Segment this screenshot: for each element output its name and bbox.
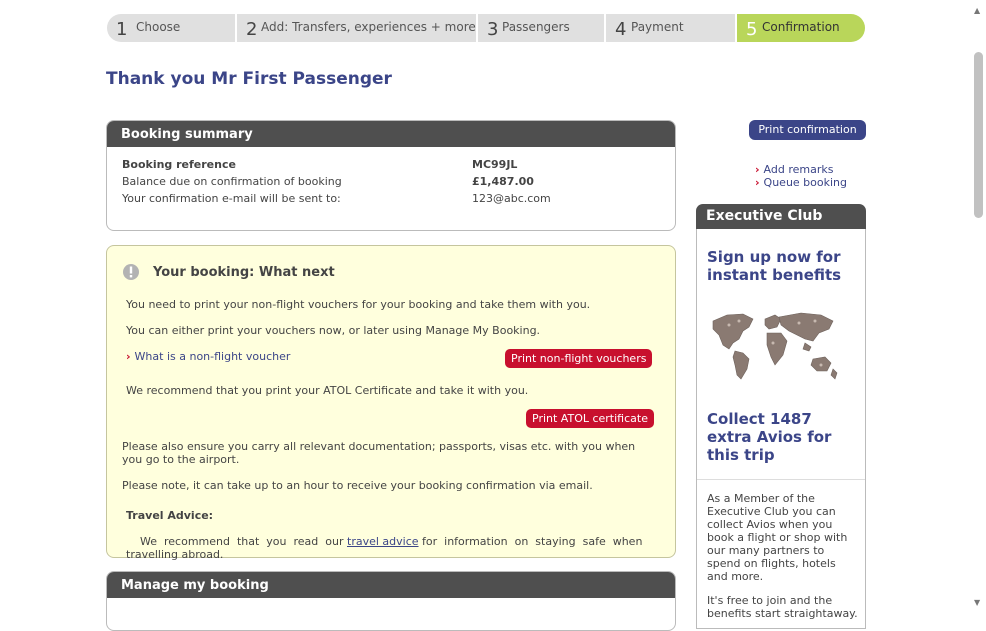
step-confirmation: 5 Confirmation (737, 14, 865, 42)
step-add-extras[interactable]: 2 Add: Transfers, experiences + more (237, 14, 476, 42)
booking-reference-label: Booking reference (122, 158, 236, 171)
step-number: 3 (487, 19, 499, 40)
chevron-right-icon: › (755, 163, 760, 176)
collect-avios-heading: Collect 1487 extra Avios for this trip (707, 410, 832, 464)
booking-reference-value: MC99JL (472, 158, 518, 171)
email-label: Your confirmation e-mail will be sent to… (122, 192, 341, 205)
manage-booking-header: Manage my booking (107, 572, 675, 598)
scroll-down-arrow-icon[interactable]: ▼ (974, 598, 980, 607)
info-icon (123, 264, 139, 280)
step-number: 1 (116, 19, 128, 40)
chevron-right-icon: › (126, 350, 131, 363)
step-payment[interactable]: 4 Payment (606, 14, 735, 42)
balance-due-label: Balance due on confirmation of booking (122, 175, 342, 188)
exec-club-header: Executive Club (696, 204, 866, 229)
step-passengers[interactable]: 3 Passengers (478, 14, 604, 42)
world-map-icon (712, 312, 838, 380)
step-label: Confirmation (762, 20, 840, 34)
print-confirmation-button[interactable]: Print confirmation (749, 120, 866, 140)
step-label: Payment (631, 20, 684, 34)
booking-summary-panel: Booking summary Booking reference MC99JL… (106, 120, 676, 231)
vouchers-note: You need to print your non-flight vouche… (126, 298, 591, 311)
atol-note: We recommend that you print your ATOL Ce… (126, 384, 529, 397)
manage-booking-panel: Manage my booking (106, 571, 676, 631)
step-choose[interactable]: 1 Choose (107, 14, 235, 42)
step-number: 4 (615, 19, 627, 40)
documentation-note: Please also ensure you carry all relevan… (122, 440, 636, 466)
scroll-up-arrow-icon[interactable]: ▲ (974, 6, 980, 15)
what-next-heading: Your booking: What next (153, 265, 335, 280)
print-atol-button[interactable]: Print ATOL certificate (526, 409, 654, 428)
step-number: 2 (246, 19, 258, 40)
add-remarks-link[interactable]: › Add remarks (755, 163, 833, 176)
voucher-info-link[interactable]: › What is a non-flight voucher (126, 350, 290, 363)
exec-club-panel: Sign up now for instant benefits Collect … (696, 229, 866, 629)
step-label: Choose (136, 20, 181, 34)
step-label: Add: Transfers, experiences + more (261, 20, 476, 34)
print-vouchers-button[interactable]: Print non-flight vouchers (505, 349, 653, 368)
chevron-right-icon: › (755, 176, 760, 189)
vouchers-later-note: You can either print your vouchers now, … (126, 324, 541, 337)
step-number: 5 (746, 19, 758, 40)
page-title: Thank you Mr First Passenger (106, 69, 392, 89)
what-next-panel: Your booking: What next You need to prin… (106, 245, 676, 561)
travel-advice-text: We recommend that you read our travel ad… (126, 535, 643, 561)
queue-booking-link[interactable]: › Queue booking (755, 176, 847, 189)
free-join-text: It's free to join and the benefits start… (707, 594, 858, 620)
signup-heading[interactable]: Sign up now for instant benefits (707, 248, 841, 284)
step-label: Passengers (502, 20, 570, 34)
booking-summary-header: Booking summary (107, 121, 675, 147)
divider (697, 479, 865, 480)
balance-due-value: £1,487.00 (472, 175, 534, 188)
member-info-text: As a Member of the Executive Club you ca… (707, 492, 848, 583)
travel-advice-title: Travel Advice: (126, 509, 214, 522)
email-delay-note: Please note, it can take up to an hour t… (122, 479, 593, 492)
travel-advice-link[interactable]: travel advice (347, 535, 419, 548)
email-value: 123@abc.com (472, 192, 551, 205)
scrollbar-thumb[interactable] (974, 52, 983, 218)
